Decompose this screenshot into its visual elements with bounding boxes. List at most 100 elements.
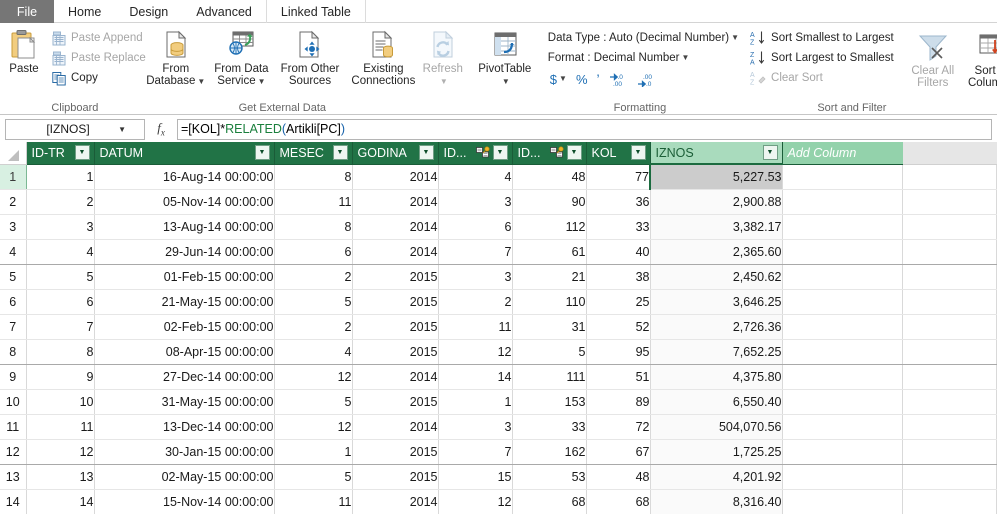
column-header-kol[interactable]: KOL ▼: [586, 142, 651, 165]
cell-godina[interactable]: 2014: [352, 239, 439, 265]
ribbon-tab-home[interactable]: Home: [54, 0, 115, 23]
cell-datum[interactable]: 05-Nov-14 00:00:00: [94, 189, 275, 215]
cell-id2[interactable]: 33: [512, 414, 587, 440]
cell-idtr[interactable]: 11: [26, 414, 95, 440]
cell-mesec[interactable]: 8: [274, 164, 353, 190]
cell-idtr[interactable]: 5: [26, 264, 95, 290]
cell-mesec[interactable]: 2: [274, 264, 353, 290]
cell-mesec[interactable]: 2: [274, 314, 353, 340]
decrease-decimal-button[interactable]: .00 .0: [637, 72, 656, 87]
data-type-dropdown[interactable]: Data Type : Auto (Decimal Number) ▼: [546, 28, 741, 48]
add-column-cell[interactable]: [782, 439, 903, 465]
add-column-cell[interactable]: [782, 464, 903, 490]
selected-cell[interactable]: 5,227.53: [649, 163, 783, 190]
cell-id1[interactable]: 3: [438, 189, 513, 215]
clear-all-filters-button[interactable]: Clear All Filters: [903, 28, 963, 89]
formula-input[interactable]: =[KOL]*RELATED(Artikli[PC]): [177, 118, 992, 140]
cell-godina[interactable]: 2015: [352, 289, 439, 315]
cell-godina[interactable]: 2014: [352, 414, 439, 440]
table-row[interactable]: 4 4 29-Jun-14 00:00:00 6 2014 7 61 40 2,365.60: [0, 239, 997, 265]
ribbon-tab-advanced[interactable]: Advanced: [182, 0, 266, 23]
cell-kol[interactable]: 33: [586, 214, 651, 240]
row-header[interactable]: 3: [0, 214, 27, 240]
chevron-down-icon[interactable]: ▼: [118, 125, 126, 134]
cell-mesec[interactable]: 12: [274, 364, 353, 390]
table-row[interactable]: 6 6 21-May-15 00:00:00 5 2015 2 110 25 3,646.25: [0, 289, 997, 315]
cell-datum[interactable]: 02-Feb-15 00:00:00: [94, 314, 275, 340]
add-column-cell[interactable]: [782, 364, 903, 390]
cell-id1[interactable]: 7: [438, 239, 513, 265]
add-column-cell[interactable]: [782, 339, 903, 365]
cell-idtr[interactable]: 6: [26, 289, 95, 315]
cell-idtr[interactable]: 8: [26, 339, 95, 365]
format-dropdown[interactable]: Format : Decimal Number ▼: [546, 48, 692, 68]
cell-idtr[interactable]: 3: [26, 214, 95, 240]
table-row[interactable]: 11 11 13-Dec-14 00:00:00 12 2014 3 33 72 504,070…: [0, 414, 997, 440]
table-row[interactable]: 2 2 05-Nov-14 00:00:00 11 2014 3 90 36 2,900.88: [0, 189, 997, 215]
sort-smallest-to-largest-button[interactable]: A Z Sort Smallest to Largest: [747, 28, 897, 48]
row-header[interactable]: 8: [0, 339, 27, 365]
column-header-mesec[interactable]: MESEC ▼: [274, 142, 353, 165]
cell-iznos[interactable]: 6,550.40: [650, 389, 783, 415]
cell-datum[interactable]: 27-Dec-14 00:00:00: [94, 364, 275, 390]
cell-mesec[interactable]: 5: [274, 464, 353, 490]
cell-datum[interactable]: 08-Apr-15 00:00:00: [94, 339, 275, 365]
cell-datum[interactable]: 21-May-15 00:00:00: [94, 289, 275, 315]
column-filter-button-mesec[interactable]: ▼: [332, 145, 348, 161]
cell-id2[interactable]: 48: [512, 164, 587, 190]
cell-id1[interactable]: 4: [438, 164, 513, 190]
cell-iznos[interactable]: 7,652.25: [650, 339, 783, 365]
cell-kol[interactable]: 72: [586, 414, 651, 440]
table-row[interactable]: 1 1 16-Aug-14 00:00:00 8 2014 4 48 77 5,227.53: [0, 163, 997, 190]
cell-iznos[interactable]: 3,382.17: [650, 214, 783, 240]
cell-mesec[interactable]: 1: [274, 439, 353, 465]
table-row[interactable]: 7 7 02-Feb-15 00:00:00 2 2015 11 31 52 2,726.36: [0, 314, 997, 340]
table-row[interactable]: 5 5 01-Feb-15 00:00:00 2 2015 3 21 38 2,450.62: [0, 264, 997, 290]
cell-datum[interactable]: 30-Jan-15 00:00:00: [94, 439, 275, 465]
cell-godina[interactable]: 2014: [352, 489, 439, 514]
column-header-godina[interactable]: GODINA ▼: [352, 142, 439, 165]
cell-iznos[interactable]: 2,365.60: [650, 239, 783, 265]
cell-kol[interactable]: 52: [586, 314, 651, 340]
add-column-cell[interactable]: [782, 164, 903, 190]
cell-godina[interactable]: 2014: [352, 214, 439, 240]
cell-iznos[interactable]: 4,375.80: [650, 364, 783, 390]
add-column-cell[interactable]: [782, 214, 903, 240]
cell-godina[interactable]: 2014: [352, 164, 439, 190]
add-column-cell[interactable]: [782, 239, 903, 265]
column-filter-button-kol[interactable]: ▼: [630, 145, 646, 161]
cell-mesec[interactable]: 11: [274, 489, 353, 514]
copy-button[interactable]: Copy: [48, 68, 150, 88]
comma-style-button[interactable]: ’: [597, 71, 600, 87]
cell-id2[interactable]: 153: [512, 389, 587, 415]
add-column-cell[interactable]: [782, 414, 903, 440]
cell-iznos[interactable]: 504,070.56: [650, 414, 783, 440]
row-header[interactable]: 5: [0, 264, 27, 290]
table-row[interactable]: 12 12 30-Jan-15 00:00:00 1 2015 7 162 67 1,725.2…: [0, 439, 997, 465]
cell-kol[interactable]: 36: [586, 189, 651, 215]
row-header[interactable]: 4: [0, 239, 27, 265]
cell-id2[interactable]: 5: [512, 339, 587, 365]
cell-godina[interactable]: 2015: [352, 314, 439, 340]
cell-kol[interactable]: 25: [586, 289, 651, 315]
cell-idtr[interactable]: 10: [26, 389, 95, 415]
column-filter-button-godina[interactable]: ▼: [418, 145, 434, 161]
cell-godina[interactable]: 2015: [352, 464, 439, 490]
column-filter-button-id1[interactable]: ▼: [492, 145, 508, 161]
cell-id1[interactable]: 11: [438, 314, 513, 340]
paste-button[interactable]: Paste: [0, 26, 48, 75]
cell-id1[interactable]: 12: [438, 339, 513, 365]
table-row[interactable]: 9 9 27-Dec-14 00:00:00 12 2014 14 111 51 4,375.8…: [0, 364, 997, 390]
row-header[interactable]: 14: [0, 489, 27, 514]
row-header[interactable]: 2: [0, 189, 27, 215]
paste-replace-button[interactable]: Paste Replace: [48, 48, 150, 68]
cell-datum[interactable]: 13-Aug-14 00:00:00: [94, 214, 275, 240]
cell-datum[interactable]: 31-May-15 00:00:00: [94, 389, 275, 415]
cell-id1[interactable]: 7: [438, 439, 513, 465]
from-data-service-button[interactable]: From Data Service ▼: [208, 26, 274, 87]
cell-id1[interactable]: 14: [438, 364, 513, 390]
cell-mesec[interactable]: 12: [274, 414, 353, 440]
cell-iznos[interactable]: 8,316.40: [650, 489, 783, 514]
cell-kol[interactable]: 95: [586, 339, 651, 365]
data-grid[interactable]: ID-TR ▼ DATUM ▼ MESEC ▼ GODINA ▼ ID... ▼ ID... ▼ KOL…: [0, 142, 997, 514]
